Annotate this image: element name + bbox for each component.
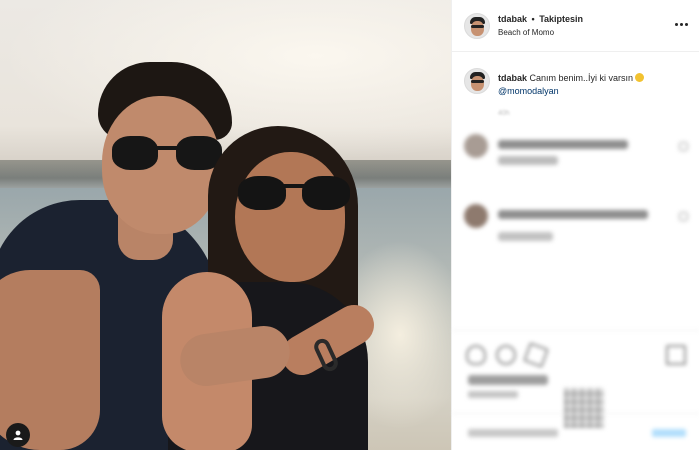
- list-item: [452, 204, 699, 252]
- share-icon[interactable]: [523, 342, 549, 368]
- caption-username[interactable]: tdabak: [498, 73, 527, 83]
- smiling-face-icon: [635, 73, 645, 82]
- caption-mention[interactable]: @momodalyan: [498, 86, 559, 96]
- post-photo[interactable]: [0, 0, 451, 450]
- heart-icon[interactable]: [679, 212, 688, 221]
- heart-icon[interactable]: [679, 142, 688, 151]
- comment-avatar[interactable]: [464, 204, 488, 228]
- post-side-panel: tdabak • Takiptesin Beach of Momo tdabak…: [451, 0, 699, 450]
- post-date-redacted: [468, 391, 518, 398]
- man-sunglasses: [112, 136, 222, 174]
- comment-input-redacted[interactable]: [468, 429, 558, 437]
- post-comment-button[interactable]: [652, 429, 686, 437]
- author-avatar[interactable]: [464, 13, 490, 39]
- caption-time: 40h: [498, 110, 510, 117]
- list-item: [452, 134, 699, 182]
- comment-avatar[interactable]: [464, 134, 488, 158]
- likes-count-redacted[interactable]: [468, 375, 548, 385]
- comment-text-redacted: [498, 156, 558, 165]
- post-location[interactable]: Beach of Momo: [498, 28, 554, 37]
- caption-avatar[interactable]: [464, 68, 490, 94]
- author-username[interactable]: tdabak: [498, 14, 527, 24]
- bookmark-icon[interactable]: [666, 345, 686, 365]
- author-line: tdabak • Takiptesin: [498, 14, 583, 24]
- comment-icon[interactable]: [496, 345, 516, 365]
- comment-text-redacted: [498, 140, 628, 149]
- heart-icon[interactable]: [466, 345, 486, 365]
- woman-sunglasses: [238, 176, 350, 212]
- comment-text-redacted: [498, 232, 553, 241]
- user-tag-icon[interactable]: [6, 423, 30, 447]
- more-horizontal-icon[interactable]: [675, 19, 691, 29]
- caption-text: tdabak Canım benim..İyi ki varsın @momod…: [498, 72, 694, 98]
- separator-dot: •: [531, 14, 535, 24]
- comment-text-redacted: [498, 210, 648, 219]
- woman-face: [235, 152, 345, 282]
- post-header: tdabak • Takiptesin Beach of Momo: [452, 0, 699, 52]
- caption-body: Canım benim..İyi ki varsın: [529, 73, 634, 83]
- follow-status[interactable]: Takiptesin: [539, 14, 583, 24]
- watermark-pattern: [564, 388, 604, 428]
